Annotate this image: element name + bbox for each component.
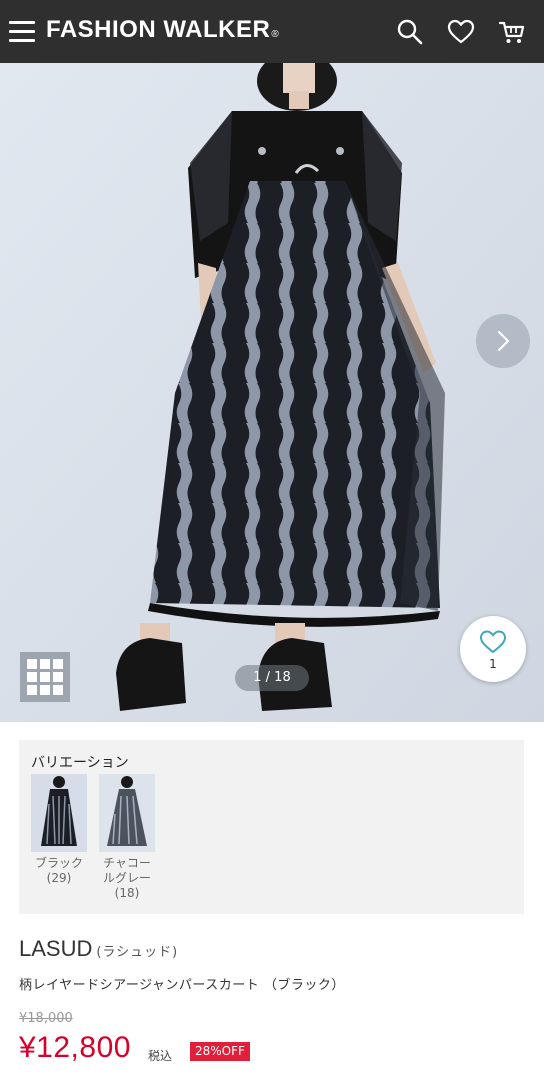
menu-icon[interactable] [9, 21, 35, 43]
search-icon[interactable] [396, 18, 424, 46]
variation-stock: (29) [46, 871, 72, 885]
site-header: FASHION WALKER® [0, 0, 544, 63]
variation-swatch-charcoal[interactable] [99, 774, 155, 852]
brand-link[interactable]: LASUD (ラシュッド) [19, 936, 178, 962]
variation-title: バリエーション [31, 755, 129, 771]
variation-panel: バリエーション ブラック (29) チャコー ルグレー (18) [19, 740, 524, 914]
logo-text: FASHION WALKER [46, 16, 271, 43]
original-price: ¥18,000 [19, 1011, 73, 1026]
variation-label-black: ブラック (29) [29, 856, 89, 886]
brand-name: LASUD [19, 936, 93, 961]
variation-swatch-black[interactable] [31, 774, 87, 852]
swatch-charcoal-image [99, 774, 155, 852]
site-logo[interactable]: FASHION WALKER® [46, 16, 279, 44]
registered-mark: ® [271, 29, 280, 40]
grid-view-button[interactable] [20, 652, 70, 702]
chevron-right-icon [497, 330, 510, 352]
discount-badge: 28%OFF [190, 1042, 250, 1061]
variation-color-name: ブラック [34, 856, 83, 870]
favorite-count: 1 [489, 657, 497, 671]
product-image[interactable]: 1 / 18 1 [0, 63, 544, 722]
product-name: 柄レイヤードシアージャンパースカート （ブラック） [19, 978, 345, 993]
variation-stock: (18) [114, 886, 140, 900]
brand-kana: (ラシュッド) [96, 945, 179, 960]
heart-outline-icon [480, 630, 506, 653]
favorite-button[interactable]: 1 [460, 616, 526, 682]
model-photo [0, 63, 544, 722]
heart-icon[interactable] [447, 18, 475, 46]
variation-label-charcoal: チャコー ルグレー (18) [97, 856, 157, 901]
variation-color-name-line2: ルグレー [102, 871, 151, 885]
tax-label: 税込 [148, 1049, 173, 1063]
image-counter: 1 / 18 [235, 665, 309, 691]
variation-color-name-line1: チャコー [103, 856, 151, 870]
swatch-black-image [31, 774, 87, 852]
sale-price: ¥12,800 [19, 1031, 131, 1064]
cart-icon[interactable] [498, 18, 526, 46]
next-image-button[interactable] [476, 314, 530, 368]
